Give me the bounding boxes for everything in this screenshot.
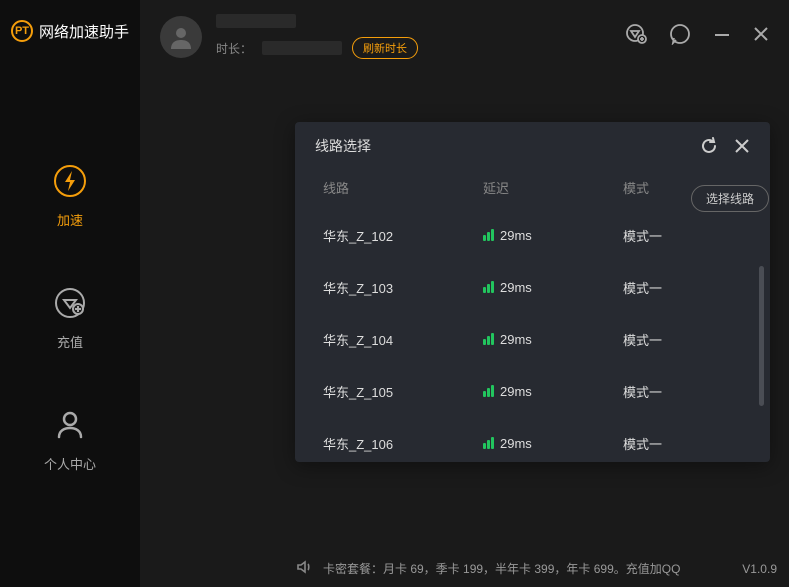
col-route: 线路 — [323, 178, 483, 197]
signal-icon — [483, 333, 494, 345]
sidebar-item-label: 充值 — [57, 332, 83, 351]
scrollbar-thumb[interactable] — [759, 266, 764, 406]
route-select-modal: 线路选择 线路 延迟 模式 华东_Z_102 29ms 模式一 华东_Z_103… — [295, 122, 770, 462]
cell-mode: 模式一 — [623, 278, 743, 297]
sidebar-nav: 加速 充值 个人中心 — [44, 162, 96, 473]
main-area: 时长： 刷新时长 选择线路 线路选择 — [140, 0, 789, 587]
footer-text: 卡密套餐：月卡 69，季卡 199，半年卡 399，年卡 699。充值加QQ — [323, 560, 732, 577]
footer: 卡密套餐：月卡 69，季卡 199，半年卡 399，年卡 699。充值加QQ V… — [295, 558, 777, 579]
avatar[interactable] — [160, 16, 202, 58]
table-row[interactable]: 华东_Z_102 29ms 模式一 — [323, 209, 762, 261]
table-row[interactable]: 华东_Z_105 29ms 模式一 — [323, 365, 762, 417]
duration-label: 时长： — [216, 40, 252, 57]
table-row[interactable]: 华东_Z_106 29ms 模式一 — [323, 417, 762, 462]
cell-mode: 模式一 — [623, 382, 743, 401]
modal-title: 线路选择 — [315, 136, 684, 156]
diamond-plus-icon — [51, 284, 89, 322]
cell-route: 华东_Z_105 — [323, 382, 483, 401]
modal-refresh-button[interactable] — [700, 137, 718, 155]
cell-latency: 29ms — [483, 436, 623, 451]
table-row[interactable]: 华东_Z_103 29ms 模式一 — [323, 261, 762, 313]
close-button[interactable] — [753, 25, 769, 48]
user-name-redacted — [216, 14, 611, 33]
user-icon — [51, 406, 89, 444]
cell-latency: 29ms — [483, 280, 623, 295]
col-latency: 延迟 — [483, 178, 623, 197]
chat-icon[interactable] — [669, 23, 691, 50]
logo-icon: PT — [11, 20, 33, 42]
cell-mode: 模式一 — [623, 434, 743, 453]
cell-mode: 模式一 — [623, 226, 743, 245]
refresh-duration-button[interactable]: 刷新时长 — [352, 37, 418, 59]
sidebar-item-profile[interactable]: 个人中心 — [44, 406, 96, 473]
sidebar-item-label: 个人中心 — [44, 454, 96, 473]
signal-icon — [483, 229, 494, 241]
recharge-icon[interactable] — [625, 23, 647, 50]
cell-route: 华东_Z_104 — [323, 330, 483, 349]
top-icons — [625, 23, 769, 50]
minimize-button[interactable] — [713, 24, 731, 50]
sidebar: PT 网络加速助手 加速 充值 个人中心 — [0, 0, 140, 587]
version-label: V1.0.9 — [742, 562, 777, 576]
duration-value-redacted — [262, 41, 342, 55]
app-logo: PT 网络加速助手 — [11, 20, 129, 42]
signal-icon — [483, 385, 494, 397]
user-info: 时长： 刷新时长 — [216, 14, 611, 59]
cell-route: 华东_Z_102 — [323, 226, 483, 245]
signal-icon — [483, 437, 494, 449]
table-body[interactable]: 华东_Z_102 29ms 模式一 华东_Z_103 29ms 模式一 华东_Z… — [295, 209, 770, 462]
modal-close-button[interactable] — [734, 138, 750, 154]
sidebar-item-recharge[interactable]: 充值 — [51, 284, 89, 351]
speaker-icon[interactable] — [295, 558, 313, 579]
cell-route: 华东_Z_103 — [323, 278, 483, 297]
sidebar-item-label: 加速 — [57, 210, 83, 229]
app-title: 网络加速助手 — [39, 21, 129, 42]
cell-latency: 29ms — [483, 332, 623, 347]
cell-route: 华东_Z_106 — [323, 434, 483, 453]
table-row[interactable]: 华东_Z_104 29ms 模式一 — [323, 313, 762, 365]
signal-icon — [483, 281, 494, 293]
select-route-button[interactable]: 选择线路 — [691, 185, 769, 212]
modal-header: 线路选择 — [295, 122, 770, 166]
scrollbar[interactable] — [759, 266, 764, 466]
cell-latency: 29ms — [483, 384, 623, 399]
user-duration-row: 时长： 刷新时长 — [216, 37, 611, 59]
topbar: 时长： 刷新时长 — [140, 0, 789, 73]
sidebar-item-boost[interactable]: 加速 — [51, 162, 89, 229]
cell-mode: 模式一 — [623, 330, 743, 349]
cell-latency: 29ms — [483, 228, 623, 243]
bolt-icon — [51, 162, 89, 200]
